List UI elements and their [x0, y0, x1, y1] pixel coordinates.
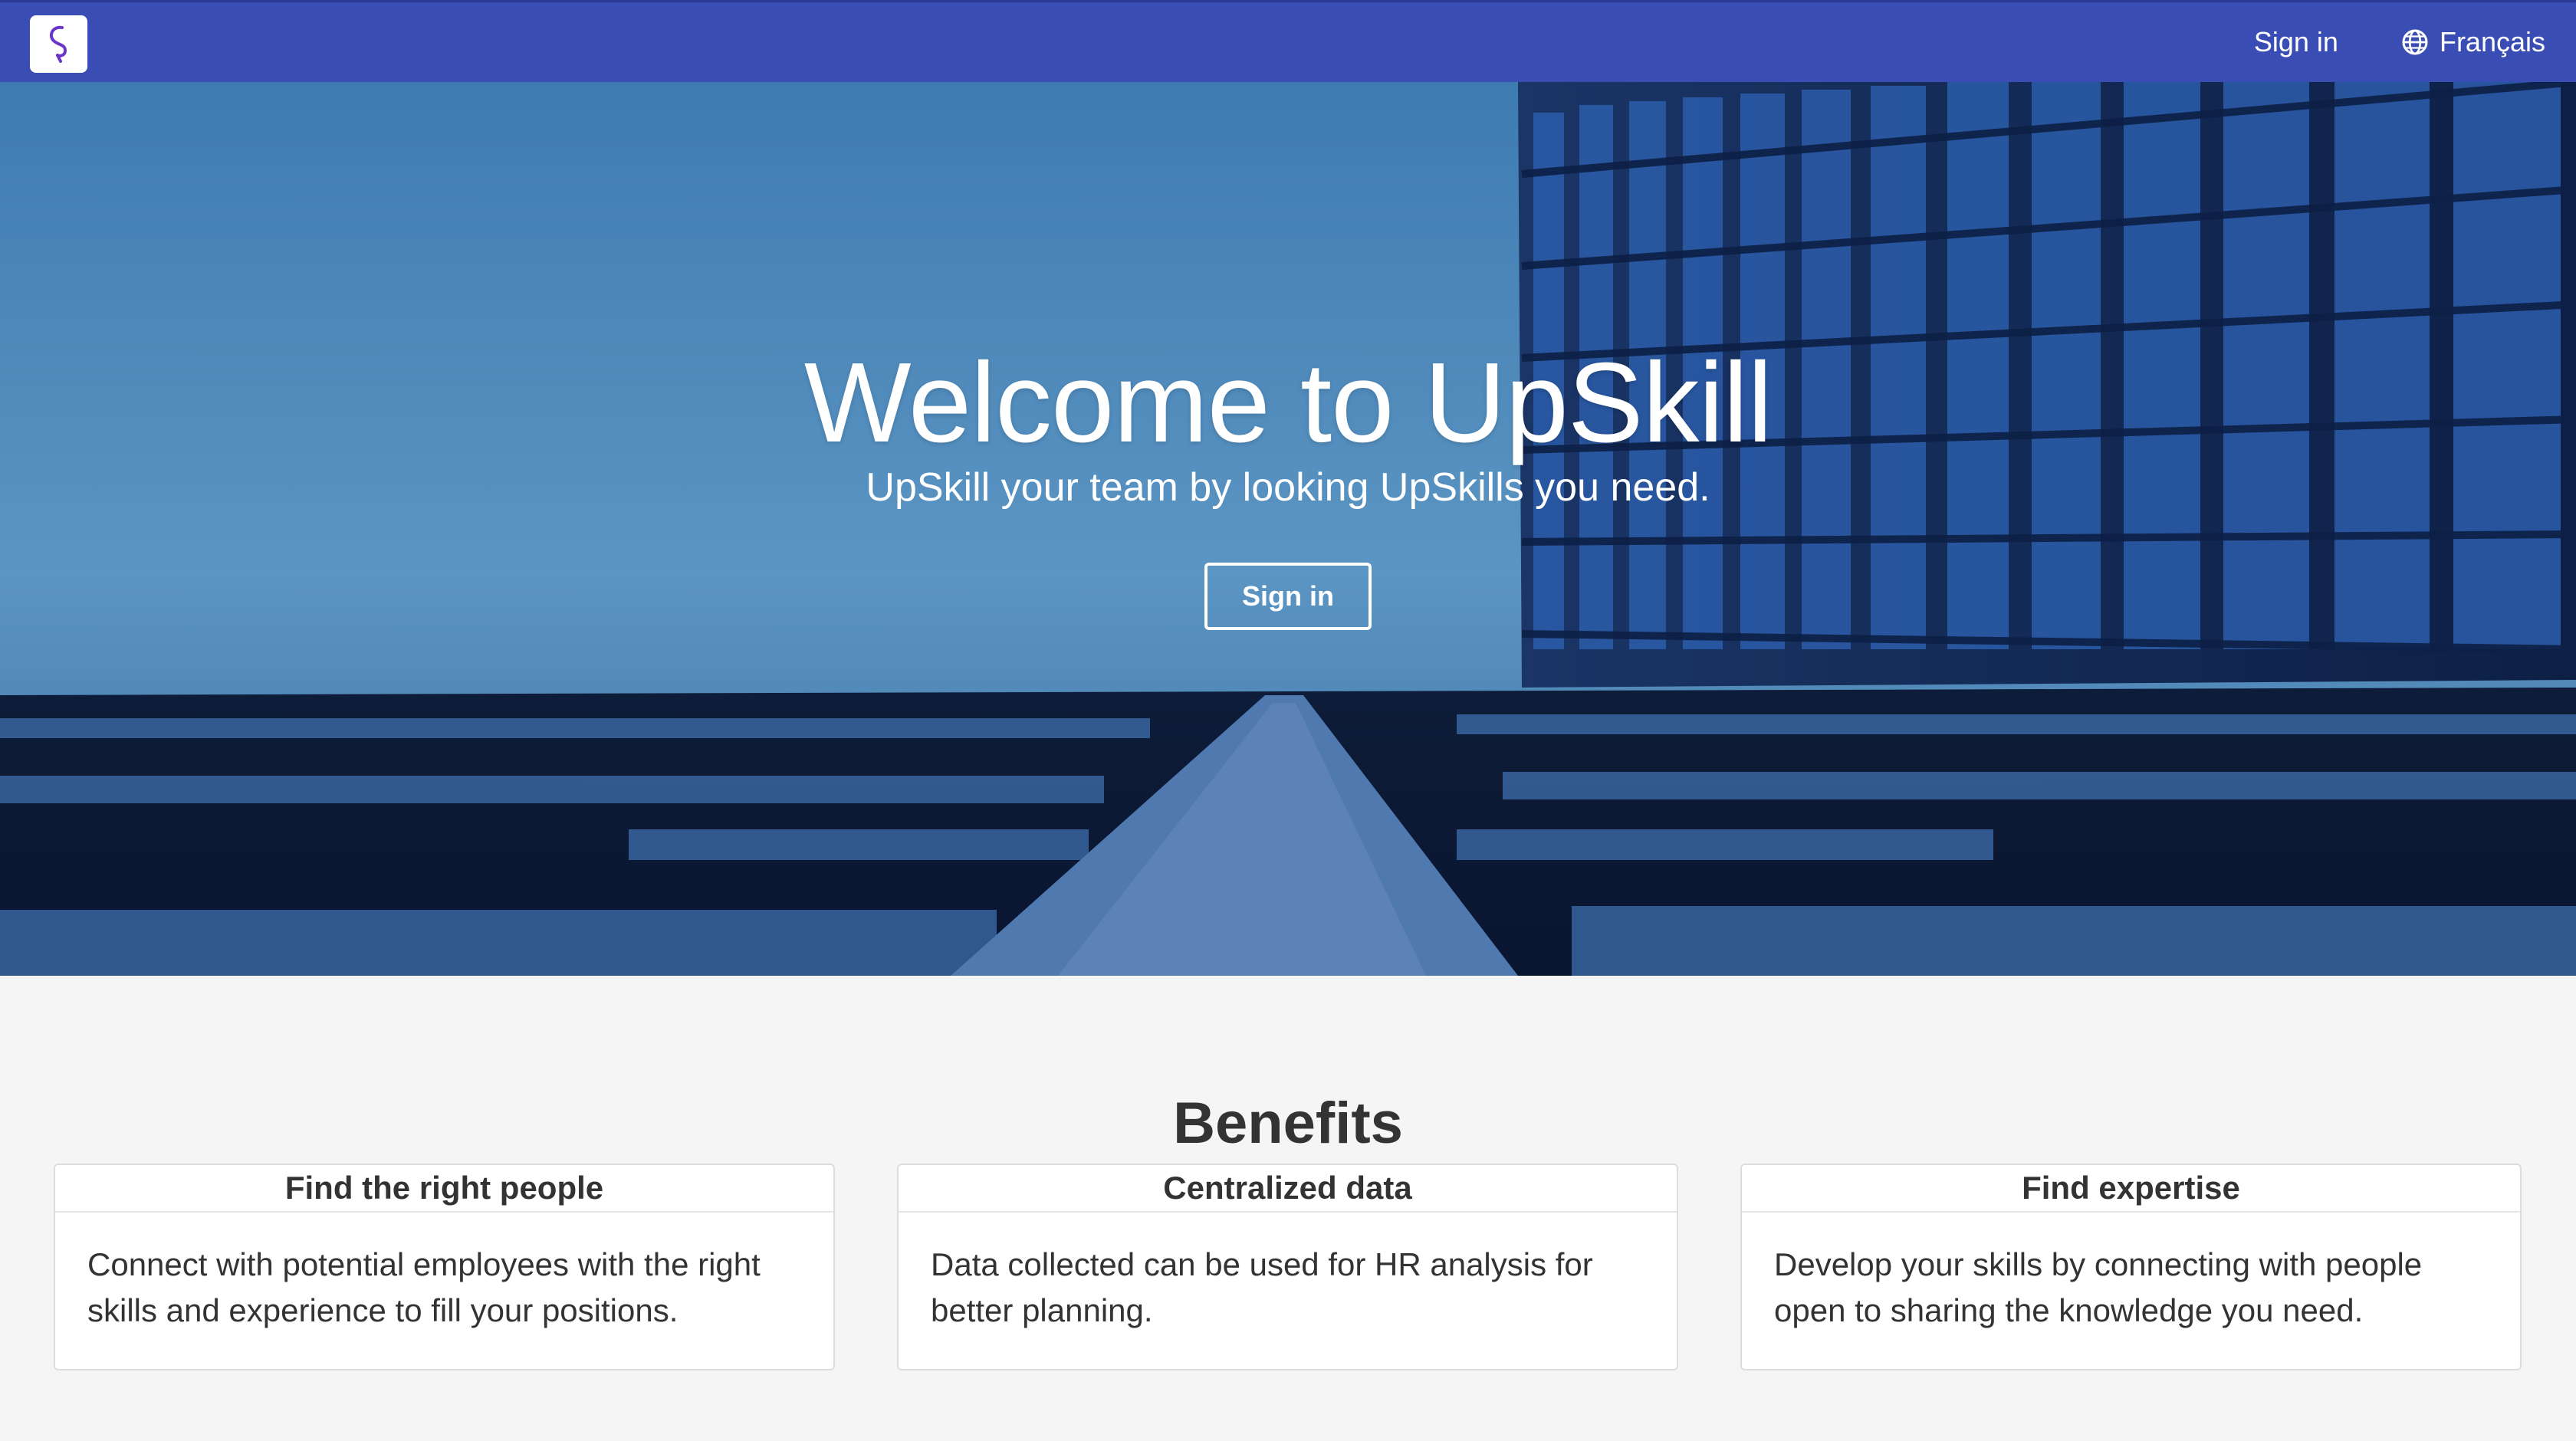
- benefit-card-title: Find the right people: [55, 1165, 833, 1213]
- hero-signin-button[interactable]: Sign in: [1204, 563, 1372, 630]
- language-switch-link[interactable]: Français: [2401, 26, 2545, 58]
- hero-content: Welcome to UpSkill UpSkill your team by …: [0, 82, 2576, 976]
- benefits-title: Benefits: [1173, 1091, 1403, 1156]
- globe-icon: [2402, 29, 2428, 55]
- hero-title: Welcome to UpSkill: [803, 340, 1773, 466]
- benefit-card-body: Data collected can be used for HR analys…: [931, 1246, 1593, 1328]
- nav-right: Sign in Français: [2254, 2, 2545, 82]
- benefit-card-title: Centralized data: [899, 1165, 1677, 1213]
- top-navbar: Sign in Français: [0, 0, 2576, 82]
- benefit-card-body: Develop your skills by connecting with p…: [1774, 1246, 2423, 1328]
- hero-subtitle: UpSkill your team by looking UpSkills yo…: [866, 465, 1710, 510]
- benefit-card: Find the right people Connect with poten…: [54, 1164, 835, 1370]
- language-label: Français: [2439, 26, 2545, 57]
- benefit-card-body: Connect with potential employees with th…: [87, 1246, 761, 1328]
- hero-banner: Welcome to UpSkill UpSkill your team by …: [0, 82, 2576, 976]
- benefit-card-title: Find expertise: [1742, 1165, 2520, 1213]
- benefit-card: Centralized data Data collected can be u…: [897, 1164, 1678, 1370]
- upskill-logo-icon[interactable]: [30, 15, 87, 73]
- benefit-card: Find expertise Develop your skills by co…: [1740, 1164, 2522, 1370]
- nav-signin-link[interactable]: Sign in: [2254, 26, 2338, 58]
